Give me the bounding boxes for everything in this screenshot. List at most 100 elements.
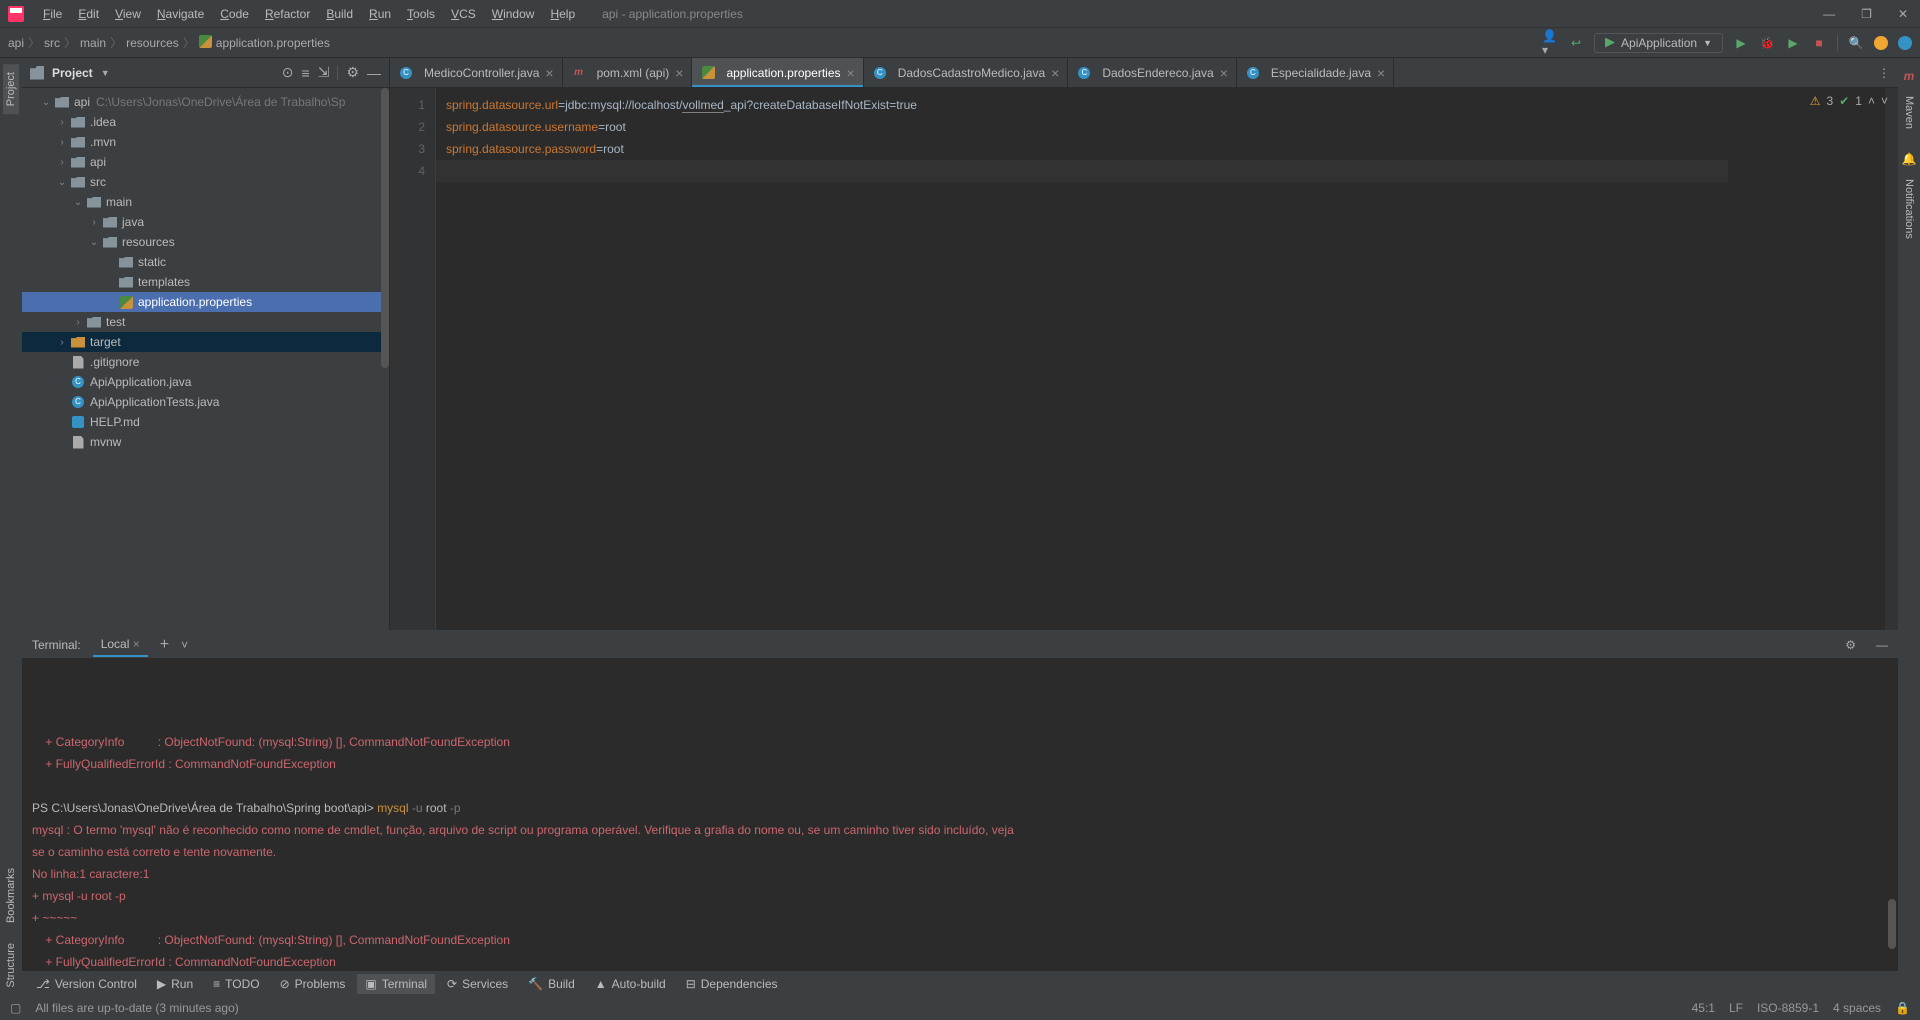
tree-node-api[interactable]: ⌄apiC:\Users\Jonas\OneDrive\Área de Trab…	[22, 92, 389, 112]
tool-window-quick-access-icon[interactable]: ▢	[10, 1001, 21, 1015]
bottom-tab-run[interactable]: ▶Run	[149, 974, 201, 994]
expand-all-icon[interactable]: ≡	[302, 65, 310, 81]
search-icon[interactable]: 🔍	[1848, 35, 1864, 51]
expand-arrow-icon[interactable]: ›	[54, 337, 70, 348]
menu-vcs[interactable]: VCS	[444, 3, 483, 25]
bookmarks-tool-tab[interactable]: Bookmarks	[3, 860, 19, 931]
project-tool-tab[interactable]: Project	[3, 64, 19, 114]
menu-view[interactable]: View	[108, 3, 148, 25]
close-tab-icon[interactable]: ×	[545, 65, 553, 81]
menu-build[interactable]: Build	[319, 3, 360, 25]
maven-icon[interactable]: m	[1901, 68, 1917, 84]
code-line[interactable]	[446, 160, 1884, 182]
run-config-selector[interactable]: ApiApplication ▼	[1594, 33, 1723, 53]
editor-tab-especialidade-java[interactable]: CEspecialidade.java×	[1237, 58, 1394, 87]
tree-node-main[interactable]: ⌄main	[22, 192, 389, 212]
menu-run[interactable]: Run	[362, 3, 398, 25]
structure-tool-tab[interactable]: Structure	[3, 935, 19, 996]
tree-node-target[interactable]: ›target	[22, 332, 389, 352]
expand-arrow-icon[interactable]: ›	[54, 117, 70, 128]
expand-arrow-icon[interactable]: ⌄	[38, 97, 54, 108]
maximize-button[interactable]: ❐	[1857, 5, 1876, 23]
bottom-tab-auto-build[interactable]: ▲Auto-build	[587, 974, 674, 994]
terminal-tab-local[interactable]: Local ×	[93, 633, 148, 657]
close-icon[interactable]: ×	[133, 637, 140, 651]
terminal-body[interactable]: + CategoryInfo : ObjectNotFound: (mysql:…	[22, 659, 1898, 970]
editor-tab-application-properties[interactable]: application.properties×	[692, 58, 863, 87]
stop-button-icon[interactable]: ■	[1811, 35, 1827, 51]
close-tab-icon[interactable]: ×	[1220, 65, 1228, 81]
line-separator[interactable]: LF	[1729, 1001, 1743, 1015]
back-arrow-icon[interactable]: ↩	[1568, 35, 1584, 51]
breadcrumb-item[interactable]: resources	[126, 36, 179, 50]
menu-file[interactable]: File	[36, 3, 69, 25]
close-tab-icon[interactable]: ×	[1051, 65, 1059, 81]
hide-icon[interactable]: —	[367, 65, 381, 81]
tree-node--idea[interactable]: ›.idea	[22, 112, 389, 132]
tree-node-src[interactable]: ⌄src	[22, 172, 389, 192]
editor-code[interactable]: spring.datasource.url=jdbc:mysql://local…	[436, 88, 1884, 630]
bottom-tab-services[interactable]: ⟳Services	[439, 974, 516, 994]
debug-button-icon[interactable]: 🐞	[1759, 35, 1775, 51]
readonly-lock-icon[interactable]: 🔒	[1895, 1001, 1910, 1015]
expand-arrow-icon[interactable]: ›	[86, 217, 102, 228]
run-button-icon[interactable]: ▶	[1733, 35, 1749, 51]
bell-icon[interactable]: 🔔	[1901, 151, 1917, 167]
select-opened-icon[interactable]: ⊙	[282, 64, 294, 81]
editor-tab-dadoscadastromedico-java[interactable]: CDadosCadastroMedico.java×	[864, 58, 1069, 87]
code-line[interactable]: spring.datasource.username=root	[446, 116, 1884, 138]
bottom-tab-build[interactable]: 🔨Build	[520, 974, 583, 994]
tree-node--gitignore[interactable]: .gitignore	[22, 352, 389, 372]
scrollbar-thumb[interactable]	[381, 88, 389, 368]
tree-node-test[interactable]: ›test	[22, 312, 389, 332]
tabs-more-icon[interactable]: ⋮	[1870, 58, 1898, 87]
bottom-tab-todo[interactable]: ≡TODO	[205, 974, 267, 994]
tree-node-help-md[interactable]: HELP.md	[22, 412, 389, 432]
minimize-button[interactable]: —	[1819, 5, 1839, 23]
menu-navigate[interactable]: Navigate	[150, 3, 211, 25]
collapse-all-icon[interactable]: ⇲	[318, 64, 330, 81]
code-editor[interactable]: 1234 spring.datasource.url=jdbc:mysql://…	[390, 88, 1898, 630]
menu-refactor[interactable]: Refactor	[258, 3, 317, 25]
menu-window[interactable]: Window	[485, 3, 542, 25]
expand-arrow-icon[interactable]: ›	[70, 317, 86, 328]
project-tree[interactable]: ⌄apiC:\Users\Jonas\OneDrive\Área de Trab…	[22, 88, 389, 630]
file-encoding[interactable]: ISO-8859-1	[1757, 1001, 1819, 1015]
tree-node-apiapplicationtests-java[interactable]: CApiApplicationTests.java	[22, 392, 389, 412]
menu-tools[interactable]: Tools	[400, 3, 442, 25]
bottom-tab-dependencies[interactable]: ⊟Dependencies	[678, 974, 786, 994]
tree-node-static[interactable]: static	[22, 252, 389, 272]
expand-arrow-icon[interactable]: ⌄	[86, 237, 102, 248]
scrollbar-thumb[interactable]	[1888, 899, 1896, 949]
editor-minimap[interactable]	[1884, 88, 1898, 630]
menu-code[interactable]: Code	[213, 3, 256, 25]
expand-arrow-icon[interactable]: ›	[54, 137, 70, 148]
close-tab-icon[interactable]: ×	[847, 65, 855, 81]
settings-icon[interactable]: ⚙	[346, 64, 359, 81]
editor-tab-pom-xml-api-[interactable]: mpom.xml (api)×	[563, 58, 693, 87]
tree-node--mvn[interactable]: ›.mvn	[22, 132, 389, 152]
editor-tab-dadosendereco-java[interactable]: CDadosEndereco.java×	[1068, 58, 1237, 87]
menu-edit[interactable]: Edit	[71, 3, 106, 25]
breadcrumb[interactable]: api〉src〉main〉resources〉application.prope…	[8, 34, 330, 51]
tree-node-apiapplication-java[interactable]: CApiApplication.java	[22, 372, 389, 392]
bottom-tab-terminal[interactable]: ▣Terminal	[357, 974, 435, 994]
chevron-down-icon[interactable]: ▼	[101, 68, 110, 78]
menu-help[interactable]: Help	[543, 3, 582, 25]
terminal-settings-icon[interactable]: ⚙	[1845, 638, 1856, 652]
notifications-tool-tab[interactable]: Notifications	[1901, 171, 1917, 247]
chevron-down-icon[interactable]: ˅	[181, 638, 188, 652]
close-button[interactable]: ✕	[1894, 5, 1912, 23]
ide-updates-icon[interactable]	[1874, 36, 1888, 50]
breadcrumb-item[interactable]: application.properties	[216, 36, 330, 50]
code-line[interactable]: spring.datasource.password=root	[446, 138, 1884, 160]
tree-node-api[interactable]: ›api	[22, 152, 389, 172]
users-icon[interactable]: 👤▾	[1542, 35, 1558, 51]
bottom-tab-problems[interactable]: ⊘Problems	[272, 974, 354, 994]
editor-tab-medicocontroller-java[interactable]: CMedicoController.java×	[390, 58, 563, 87]
tree-node-application-properties[interactable]: application.properties	[22, 292, 389, 312]
expand-arrow-icon[interactable]: ›	[54, 157, 70, 168]
maven-tool-tab[interactable]: Maven	[1901, 88, 1917, 137]
breadcrumb-item[interactable]: src	[44, 36, 60, 50]
expand-arrow-icon[interactable]: ⌄	[70, 197, 86, 208]
